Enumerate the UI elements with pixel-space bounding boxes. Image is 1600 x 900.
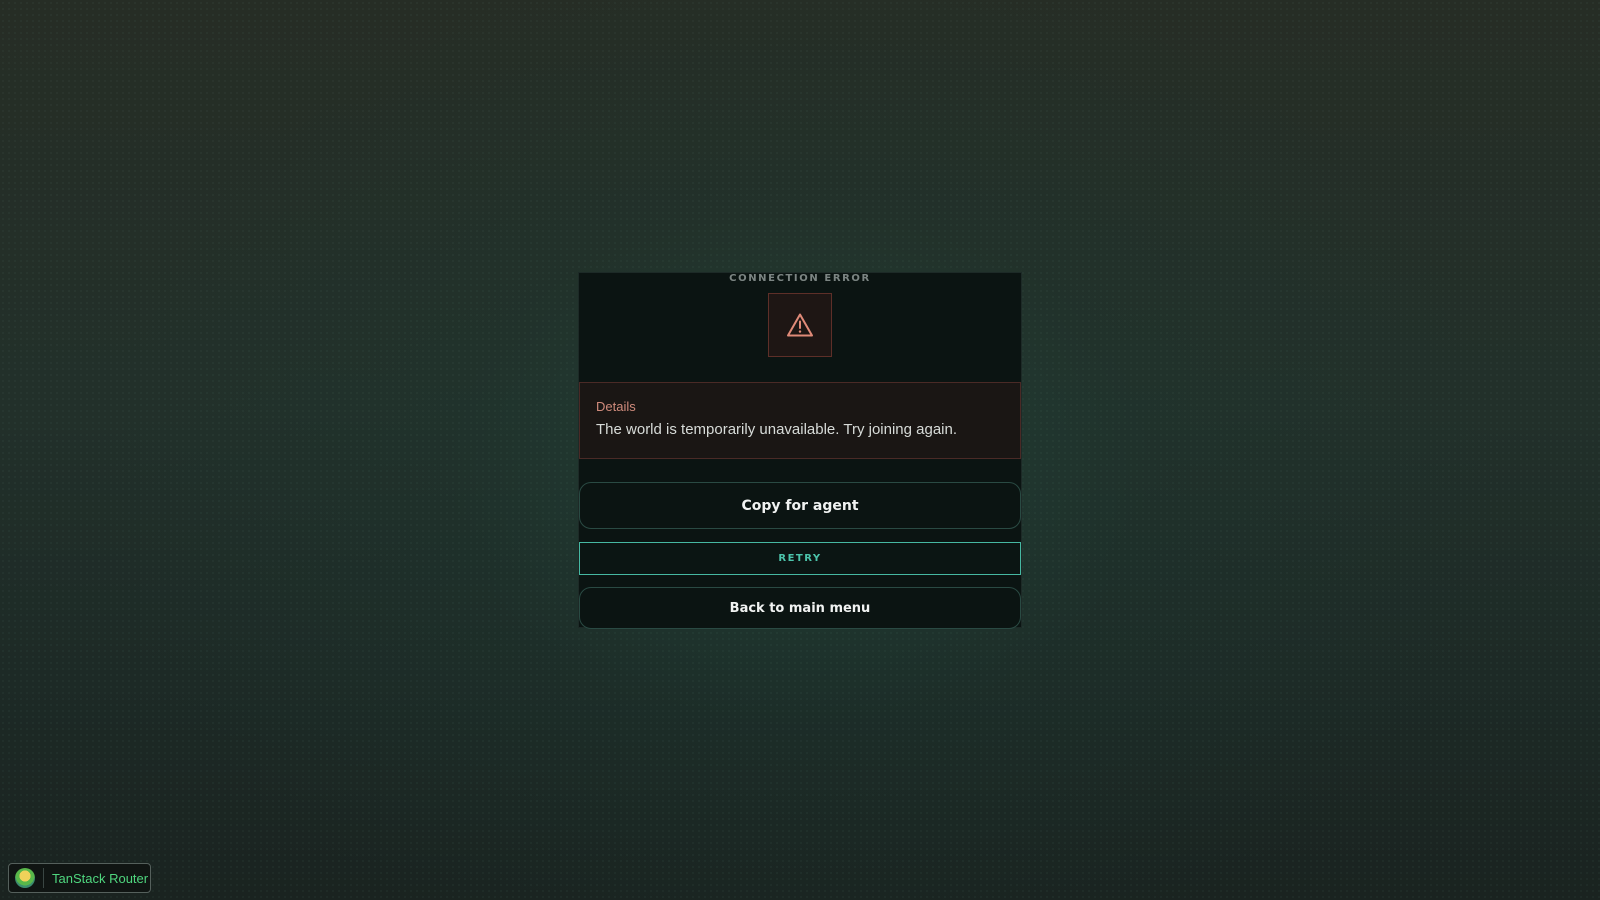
details-message: The world is temporarily unavailable. Tr… (596, 421, 958, 438)
error-details-panel: Details The world is temporarily unavail… (579, 382, 1021, 459)
dialog-title: CONNECTION ERROR (729, 273, 871, 284)
devtools-label: TanStack Router (52, 870, 149, 886)
warning-icon-container (768, 293, 832, 357)
tanstack-router-devtools-button[interactable]: TanStack Router (8, 863, 151, 893)
retry-button[interactable]: RETRY (579, 542, 1021, 575)
details-label: Details (596, 399, 636, 414)
warning-triangle-icon (787, 313, 813, 337)
back-to-main-menu-button[interactable]: Back to main menu (579, 587, 1021, 629)
copy-for-agent-button[interactable]: Copy for agent (579, 482, 1021, 529)
tanstack-logo-icon (15, 868, 35, 888)
connection-error-dialog: CONNECTION ERROR Details The world is te… (578, 272, 1022, 629)
devtools-divider (43, 868, 44, 888)
